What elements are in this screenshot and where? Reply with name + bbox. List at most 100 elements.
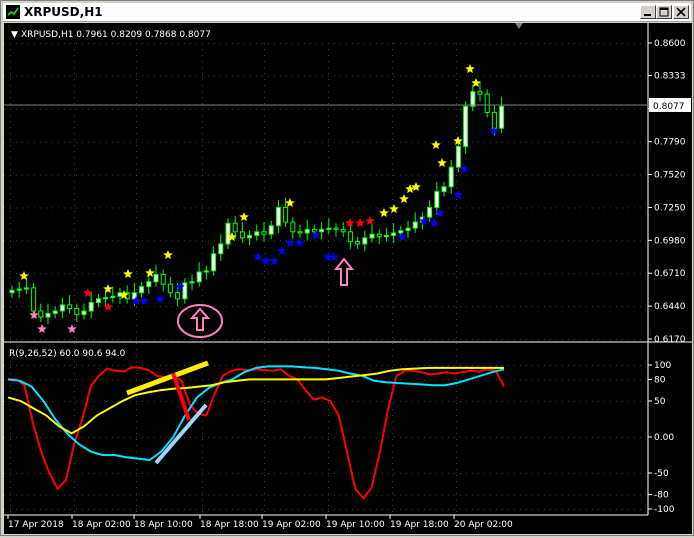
indicator-header: R(9,26,52) 60.0 90.6 94.0 — [9, 349, 126, 359]
candle-bear — [355, 241, 361, 245]
candle-bull — [304, 228, 310, 234]
time-tick-label: 18 Apr 02:00 — [72, 520, 131, 530]
restore-button[interactable] — [656, 5, 672, 19]
window-title: XRPUSD,H1 — [24, 5, 103, 19]
chart-area[interactable]: ▼ XRPUSD,H1 0.7961 0.8209 0.7868 0.8077 … — [4, 23, 692, 534]
signal-star-icon — [145, 268, 155, 277]
candle-bull — [196, 271, 202, 283]
signal-star-icon — [411, 182, 421, 191]
candle-bear — [376, 233, 382, 238]
price-tick-label: 0.7790 — [654, 138, 686, 148]
candle-bull — [441, 186, 447, 193]
candle-bull — [254, 231, 260, 236]
candle-bear — [347, 231, 353, 243]
signal-star-icon — [253, 252, 263, 261]
signal-star-icon — [269, 256, 279, 265]
signal-star-icon — [437, 158, 447, 167]
annotation-drawings[interactable] — [126, 257, 355, 465]
title-bar[interactable]: XRPUSD,H1 — [3, 3, 691, 22]
close-button[interactable] — [673, 5, 689, 19]
candle-bear — [484, 93, 490, 113]
shift-marker-icon[interactable] — [515, 23, 523, 29]
indicator-line-2 — [7, 365, 505, 462]
candle-bear — [175, 292, 181, 300]
time-tick-label: 19 Apr 10:00 — [326, 520, 385, 530]
price-tick-label: 0.6440 — [654, 302, 686, 312]
price-tick-label: 0.7520 — [654, 171, 686, 181]
chart-canvas[interactable]: ▼ XRPUSD,H1 0.7961 0.8209 0.7868 0.8077 … — [4, 23, 692, 534]
signal-stars-layer — [19, 64, 499, 333]
candle-bull — [455, 146, 461, 168]
signal-star-icon — [123, 269, 133, 278]
indicator-tick-label: -100 — [654, 505, 675, 515]
candle-bull — [427, 206, 433, 218]
candle-bear — [477, 91, 483, 95]
candle-bull — [326, 227, 332, 230]
signal-star-icon — [239, 212, 249, 221]
signal-star-icon — [139, 296, 149, 305]
candle-bull — [369, 233, 375, 239]
close-icon — [676, 7, 686, 17]
indicator-tick-label: -80 — [654, 491, 669, 501]
candle-bull — [110, 295, 116, 299]
indicator-line-3 — [7, 366, 504, 435]
candle-bull — [391, 232, 397, 236]
candle-bear — [160, 273, 166, 285]
blue-trendline-annotation[interactable] — [154, 403, 208, 465]
candle-bear — [340, 228, 346, 233]
signal-star-icon — [431, 140, 441, 149]
chart-expand-icon[interactable]: ▼ — [11, 30, 18, 40]
signal-star-icon — [163, 250, 173, 259]
price-tick-label: 0.8600 — [654, 39, 686, 49]
indicator-tick-label: 50 — [654, 397, 666, 407]
price-tick-label: 0.7250 — [654, 203, 686, 213]
candle-bull — [153, 273, 159, 283]
signal-star-icon — [37, 324, 47, 333]
current-price-text: 0.8077 — [653, 102, 685, 112]
time-tick-label: 20 Apr 02:00 — [454, 520, 513, 530]
candle-bull — [81, 310, 87, 316]
signal-star-icon — [379, 208, 389, 217]
candle-bull — [247, 234, 253, 239]
candle-bull — [146, 281, 152, 288]
candle-bear — [239, 231, 245, 239]
candle-bear — [74, 308, 80, 316]
candle-bull — [203, 270, 209, 273]
candle-bull — [383, 234, 389, 238]
minimize-button[interactable] — [640, 5, 656, 19]
price-tick-label: 0.6170 — [654, 335, 686, 345]
candle-bull — [218, 243, 224, 255]
candle-bull — [405, 227, 411, 232]
chart-grid — [4, 43, 641, 512]
indicator-tick-label: 100 — [654, 361, 671, 371]
signal-star-icon — [19, 271, 29, 280]
signal-star-icon — [355, 218, 365, 227]
candle-bull — [16, 288, 22, 291]
indicator-layer — [7, 365, 505, 500]
up-arrow-icon — [189, 307, 211, 331]
minimize-icon — [644, 14, 651, 16]
signal-star-icon — [399, 194, 409, 203]
time-tick-label: 19 Apr 02:00 — [262, 520, 321, 530]
candle-bear — [261, 231, 267, 235]
candle-bull — [52, 310, 58, 314]
signal-star-icon — [103, 302, 113, 311]
signal-star-icon — [155, 294, 165, 303]
candle-bull — [23, 287, 29, 290]
candle-bull — [9, 289, 15, 294]
candle-bull — [434, 191, 440, 208]
signal-star-icon — [389, 204, 399, 213]
candle-bull — [139, 286, 145, 294]
indicator-tick-label: 80 — [654, 375, 666, 385]
candle-bull — [275, 206, 281, 227]
candle-bull — [499, 105, 505, 129]
candle-bull — [182, 282, 188, 300]
time-tick-label: 17 Apr 2018 — [8, 520, 64, 530]
candle-bull — [268, 225, 274, 235]
time-tick-label: 19 Apr 18:00 — [390, 520, 449, 530]
candle-bear — [38, 310, 44, 318]
signal-star-icon — [285, 238, 295, 247]
candle-bear — [297, 231, 303, 234]
time-tick-label: 18 Apr 10:00 — [134, 520, 193, 530]
candle-bull — [45, 312, 51, 318]
